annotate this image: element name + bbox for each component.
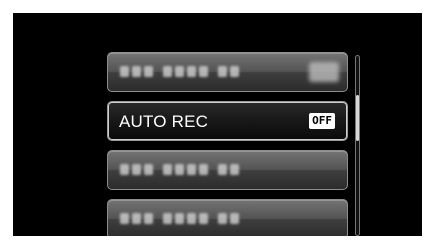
menu-item-label: AUTO REC: [119, 112, 209, 131]
camera-menu-screen: AUTO REC OFF: [13, 13, 422, 236]
menu-item-blurred-1[interactable]: [107, 52, 348, 92]
blurred-label: [120, 213, 239, 224]
scrollbar-thumb[interactable]: [356, 95, 359, 141]
menu-item-auto-rec[interactable]: AUTO REC OFF: [107, 101, 348, 141]
blurred-label: [120, 66, 239, 77]
value-badge: OFF: [309, 113, 335, 129]
settings-menu-list: AUTO REC OFF: [107, 52, 348, 236]
blurred-value-badge: [309, 62, 339, 82]
menu-item-blurred-3[interactable]: [107, 199, 348, 236]
blurred-label: [120, 164, 239, 175]
menu-item-blurred-2[interactable]: [107, 150, 348, 190]
menu-scrollbar[interactable]: [355, 55, 360, 236]
